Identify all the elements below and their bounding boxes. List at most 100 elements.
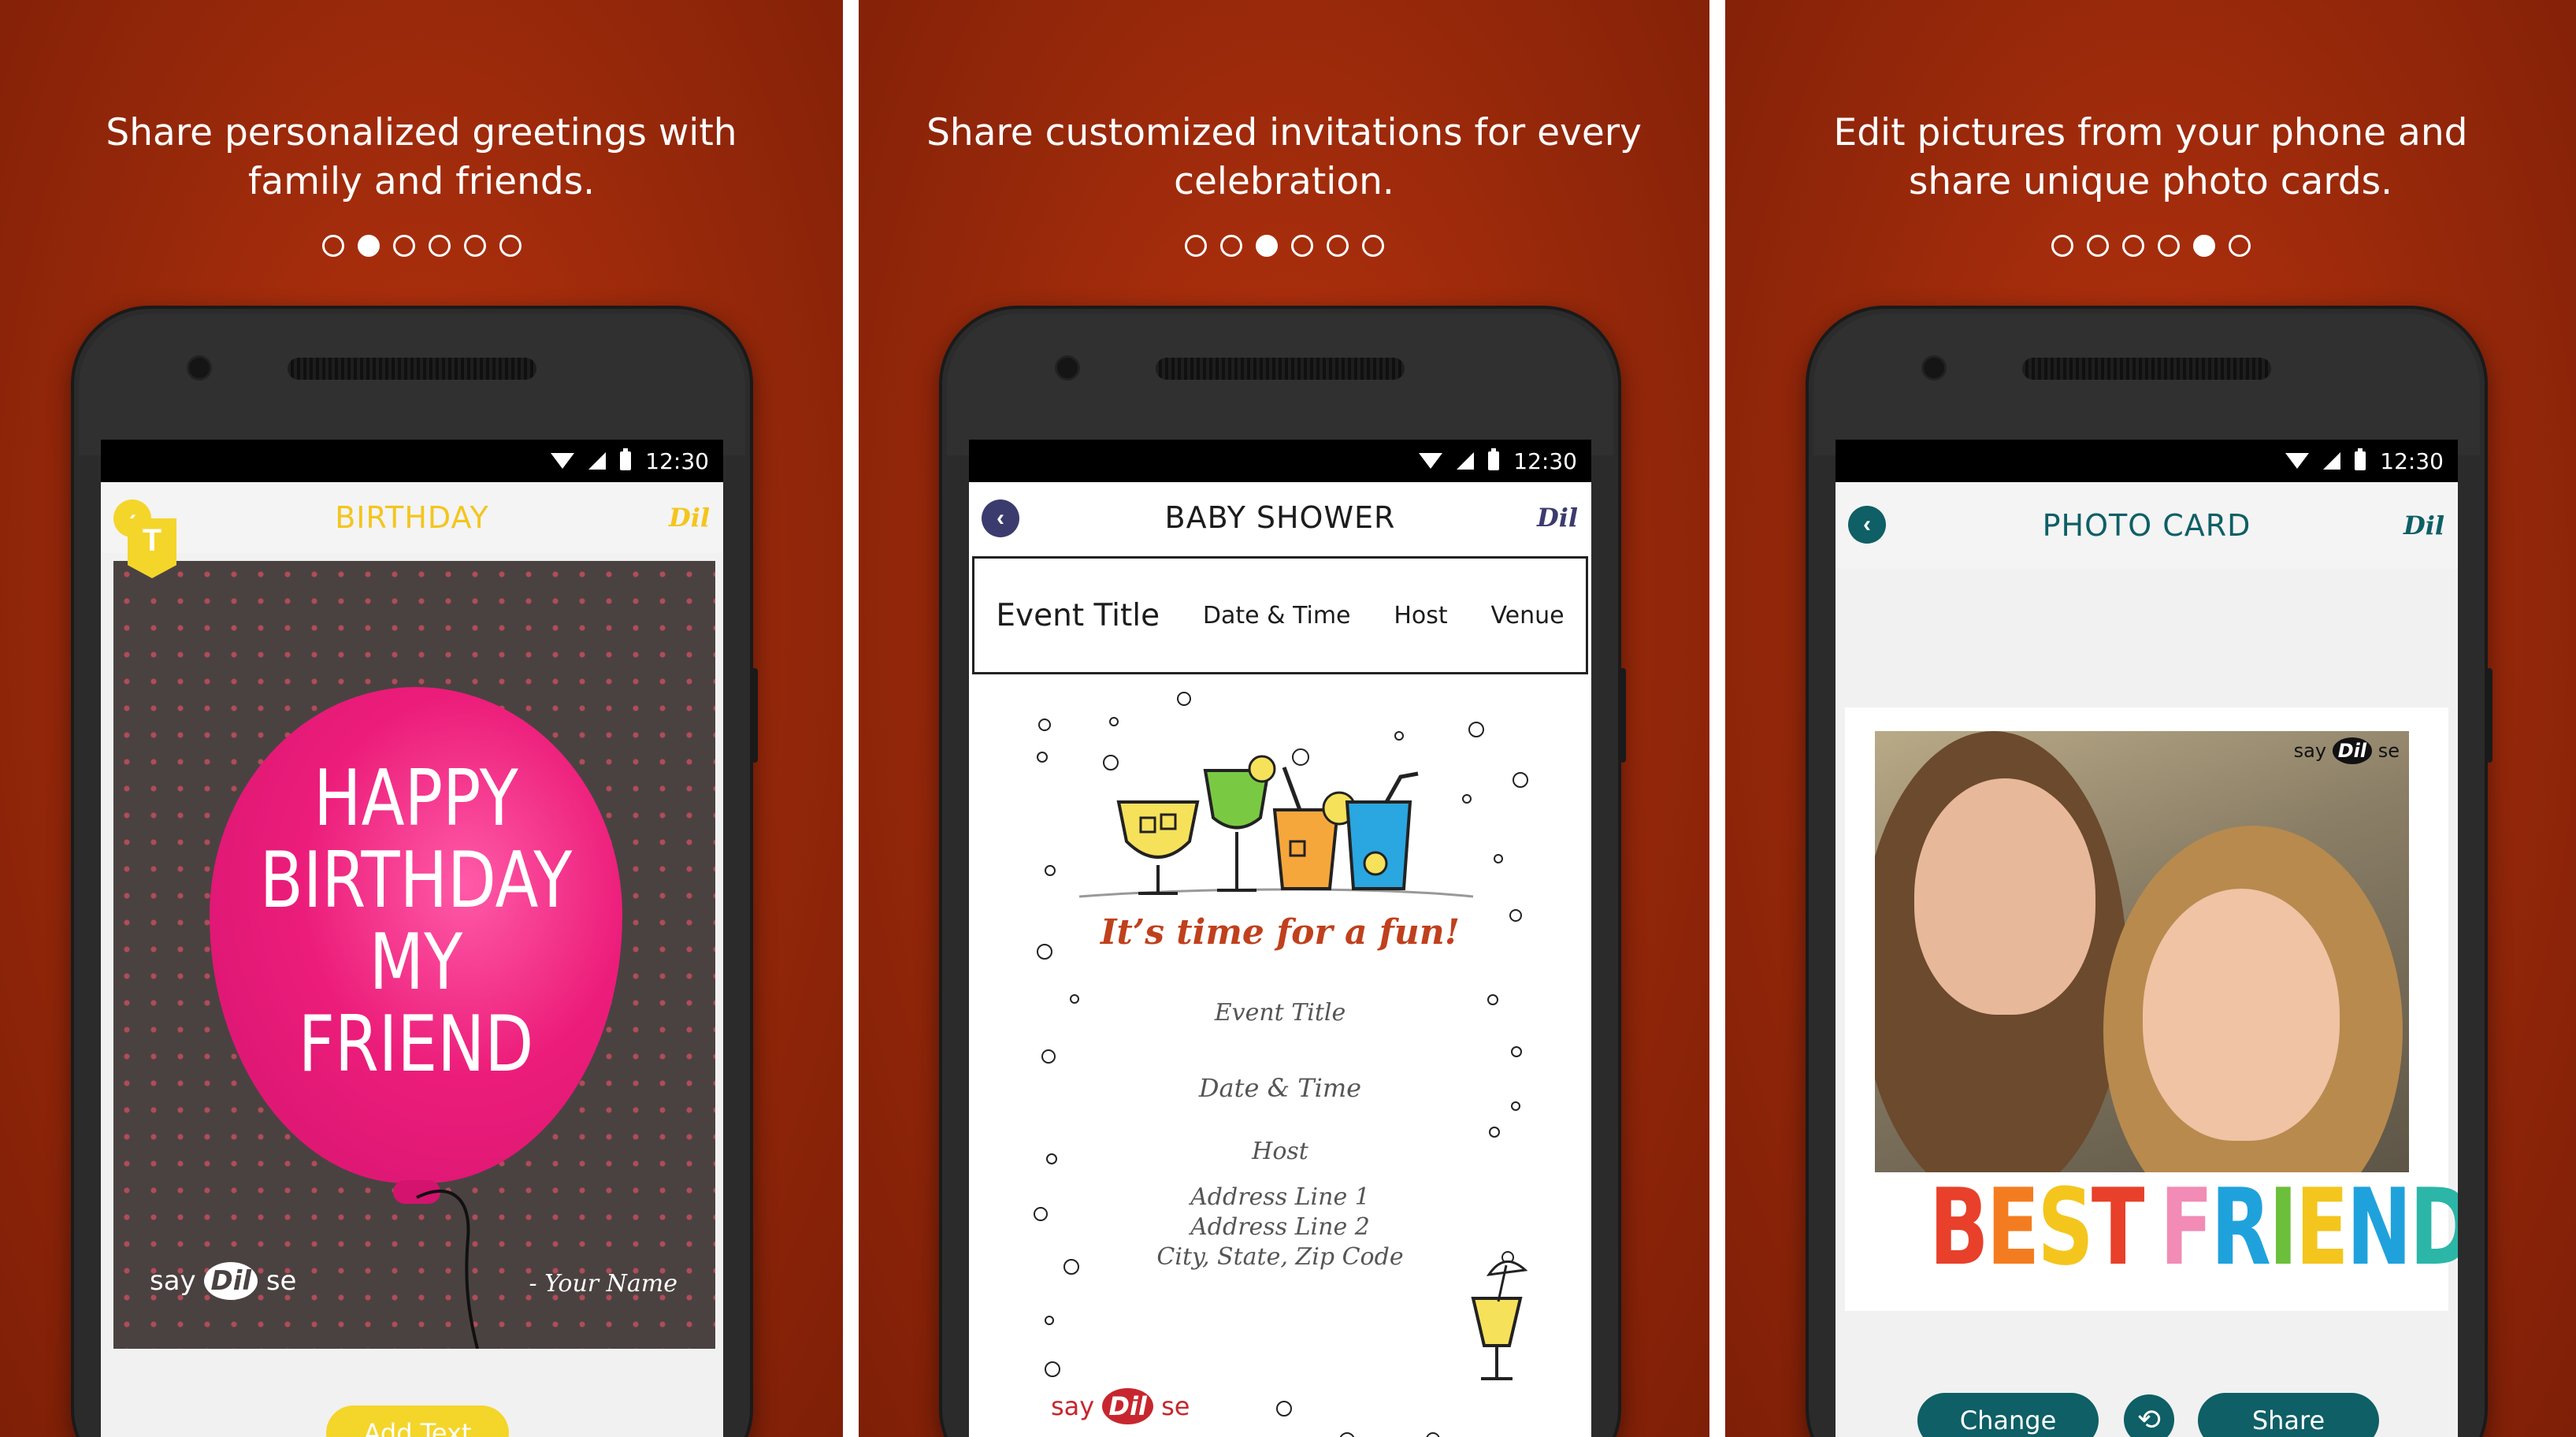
front-camera	[1057, 358, 1078, 378]
phone-mockup: 12:30 ‹ PHOTO CARD Dil say Dil se BEST F…	[1806, 306, 2492, 1437]
tab-venue[interactable]: Venue	[1490, 602, 1564, 629]
page-dot[interactable]	[1361, 235, 1384, 257]
tab-event-title[interactable]: Event Title	[996, 598, 1160, 633]
invitation-address-2[interactable]: Address Line 2	[969, 1213, 1591, 1241]
front-camera	[1924, 358, 1944, 378]
photo-card[interactable]: say Dil se BEST FRIENDS!	[1845, 707, 2458, 1311]
phone-bezel	[1813, 314, 2480, 455]
overlay-letter: T	[2091, 1166, 2145, 1289]
overlay-letter: D	[2410, 1166, 2458, 1289]
invitation-date-time[interactable]: Date & Time	[969, 1073, 1591, 1103]
glass-blue-icon	[1345, 771, 1419, 890]
page-dot-active[interactable]	[2192, 235, 2215, 257]
photo-face-right	[2143, 889, 2340, 1141]
invitation-card[interactable]: It’s time for a fun! Event Title Date & …	[969, 676, 1591, 1437]
photo-face-left	[1914, 778, 2095, 1015]
app-logo: Dil	[668, 503, 711, 533]
greeting-card[interactable]: HAPPY BIRTHDAY MY FRIEND say Dil se - Yo…	[113, 561, 715, 1349]
page-dot-active[interactable]	[1255, 235, 1278, 257]
overlay-letter: I	[2268, 1166, 2298, 1289]
battery-icon	[620, 448, 632, 470]
page-dot[interactable]	[1290, 235, 1313, 257]
brand-se: se	[2377, 740, 2400, 762]
brand-say: say	[150, 1265, 196, 1297]
page-dot-active[interactable]	[357, 235, 380, 257]
share-button[interactable]: Share	[2198, 1393, 2379, 1437]
page-dot[interactable]	[499, 235, 522, 257]
page-dot[interactable]	[392, 235, 415, 257]
invitation-event-title[interactable]: Event Title	[969, 999, 1591, 1027]
page-dot[interactable]	[2157, 235, 2180, 257]
panel-caption: Edit pictures from your phone and share …	[1833, 111, 2468, 203]
field-tabs: Event Title Date & Time Host Venue	[972, 556, 1588, 674]
page-dot[interactable]	[2051, 235, 2073, 257]
page-dot[interactable]	[1219, 235, 1242, 257]
photo-card-screen: 12:30 ‹ PHOTO CARD Dil say Dil se BEST F…	[1835, 440, 2458, 1437]
page-dot[interactable]	[463, 235, 486, 257]
bubble-decoration	[1276, 1401, 1292, 1417]
panel-birthday: Share personalized greetings with family…	[0, 0, 843, 1437]
page-dot[interactable]	[2228, 235, 2251, 257]
panel-caption: Share personalized greetings with family…	[106, 111, 737, 203]
signature-text[interactable]: - Your Name	[529, 1270, 677, 1298]
power-button	[1620, 668, 1626, 763]
app-bar: ‹ BABY SHOWER Dil	[969, 482, 1591, 553]
photo-overlay-text[interactable]: BEST FRIENDS!	[1929, 1172, 2458, 1283]
bubble-decoration	[1489, 1127, 1500, 1138]
brand-se: se	[265, 1265, 297, 1297]
glass-orange-icon	[1272, 767, 1357, 890]
battery-icon	[2355, 448, 2366, 470]
invitation-address-1[interactable]: Address Line 1	[969, 1183, 1591, 1211]
app-logo: Dil	[2403, 511, 2445, 540]
wifi-icon	[2285, 453, 2310, 469]
photo-image[interactable]: say Dil se	[1875, 731, 2409, 1172]
page-dot[interactable]	[2121, 235, 2144, 257]
page-dot[interactable]	[428, 235, 451, 257]
wifi-icon	[551, 453, 575, 469]
drinks-illustration	[1078, 755, 1474, 898]
signal-icon	[1457, 452, 1475, 470]
overlay-letter: E	[1986, 1166, 2040, 1289]
app-bar: ‹ BIRTHDAY Dil	[101, 482, 723, 553]
bubble-decoration	[1339, 1432, 1355, 1437]
status-time: 12:30	[2380, 447, 2444, 474]
page-title: BABY SHOWER	[1164, 500, 1396, 535]
overlay-letter: S	[2037, 1166, 2093, 1289]
phone-mockup: 12:30 ‹ BABY SHOWER Dil Event Title Date…	[939, 306, 1626, 1437]
front-camera	[189, 358, 210, 378]
earpiece-speaker	[1156, 358, 1405, 380]
phone-mockup: 12:30 ‹ BIRTHDAY Dil HAPPY BIRTHDAY MY F…	[71, 306, 758, 1437]
add-text-button[interactable]: Add Text	[326, 1405, 509, 1437]
page-dot[interactable]	[1184, 235, 1207, 257]
tab-host[interactable]: Host	[1394, 602, 1447, 629]
power-button	[752, 668, 758, 763]
page-indicator	[1725, 235, 2576, 257]
power-button	[2486, 668, 2492, 763]
invitation-host[interactable]: Host	[969, 1138, 1591, 1165]
brand-say: say	[1051, 1391, 1095, 1421]
brand-logo: say Dil se	[1051, 1388, 1190, 1424]
page-title: BIRTHDAY	[335, 500, 489, 535]
change-button[interactable]: Change	[1917, 1393, 2099, 1437]
earpiece-speaker	[2022, 358, 2271, 380]
page-dot[interactable]	[321, 235, 344, 257]
brand-dil: Dil	[204, 1262, 258, 1300]
glass-yellow-icon	[1116, 800, 1200, 895]
page-dot[interactable]	[1326, 235, 1349, 257]
earpiece-speaker	[288, 358, 536, 380]
brand-logo: say Dil se	[2294, 737, 2400, 764]
status-time: 12:30	[645, 447, 709, 474]
rotate-button[interactable]: ⟲	[2124, 1394, 2174, 1437]
invitation-headline[interactable]: It’s time for a fun!	[969, 912, 1591, 952]
page-indicator	[0, 235, 843, 257]
overlay-letter: R	[2210, 1166, 2271, 1289]
app-bar: ‹ PHOTO CARD Dil	[1835, 482, 2458, 569]
bubble-decoration	[1426, 1432, 1440, 1437]
bubble-decoration	[1041, 1049, 1056, 1064]
birthday-screen: 12:30 ‹ BIRTHDAY Dil HAPPY BIRTHDAY MY F…	[101, 440, 723, 1437]
brand-dil: Dil	[1102, 1388, 1153, 1424]
page-dot[interactable]	[2086, 235, 2109, 257]
status-bar: 12:30	[969, 440, 1591, 482]
phone-bezel	[79, 314, 745, 455]
tab-date-time[interactable]: Date & Time	[1203, 602, 1351, 629]
